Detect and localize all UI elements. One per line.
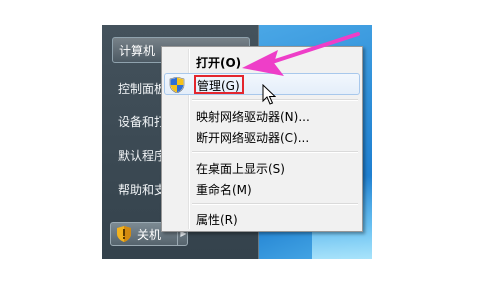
menu-item-disconnect-network-drive-label: 断开网络驱动器(C)... xyxy=(196,131,310,145)
menu-item-map-network-drive-label: 映射网络驱动器(N)... xyxy=(196,110,310,124)
menu-separator xyxy=(192,203,358,205)
menu-item-show-on-desktop[interactable]: 在桌面上显示(S) xyxy=(164,157,360,179)
screenshot-stage: 计算机 控制面板 设备和打 默认程序 帮助和支 关机 ▶ 打开(O) 管理(G)… xyxy=(0,0,479,289)
shield-icon xyxy=(117,226,131,242)
start-menu-item-default-programs[interactable]: 默认程序 xyxy=(118,148,166,164)
menu-item-properties-label: 属性(R) xyxy=(196,213,238,227)
uac-shield-icon xyxy=(169,77,185,93)
menu-item-map-network-drive[interactable]: 映射网络驱动器(N)... xyxy=(164,105,360,127)
menu-item-rename[interactable]: 重命名(M) xyxy=(164,178,360,200)
menu-item-properties[interactable]: 属性(R) xyxy=(164,208,360,230)
menu-item-rename-label: 重命名(M) xyxy=(196,183,252,197)
menu-item-show-on-desktop-label: 在桌面上显示(S) xyxy=(196,162,285,176)
shutdown-label: 关机 xyxy=(137,228,162,242)
computer-label: 计算机 xyxy=(119,44,156,58)
start-menu-item-devices-printers[interactable]: 设备和打 xyxy=(118,114,166,130)
annotation-arrow-icon xyxy=(242,32,360,76)
menu-separator xyxy=(192,151,358,153)
menu-item-disconnect-network-drive[interactable]: 断开网络驱动器(C)... xyxy=(164,126,360,148)
start-menu-item-control-panel[interactable]: 控制面板 xyxy=(118,81,166,97)
start-menu-item-help-support[interactable]: 帮助和支 xyxy=(118,182,166,198)
mouse-cursor-icon xyxy=(262,84,276,105)
